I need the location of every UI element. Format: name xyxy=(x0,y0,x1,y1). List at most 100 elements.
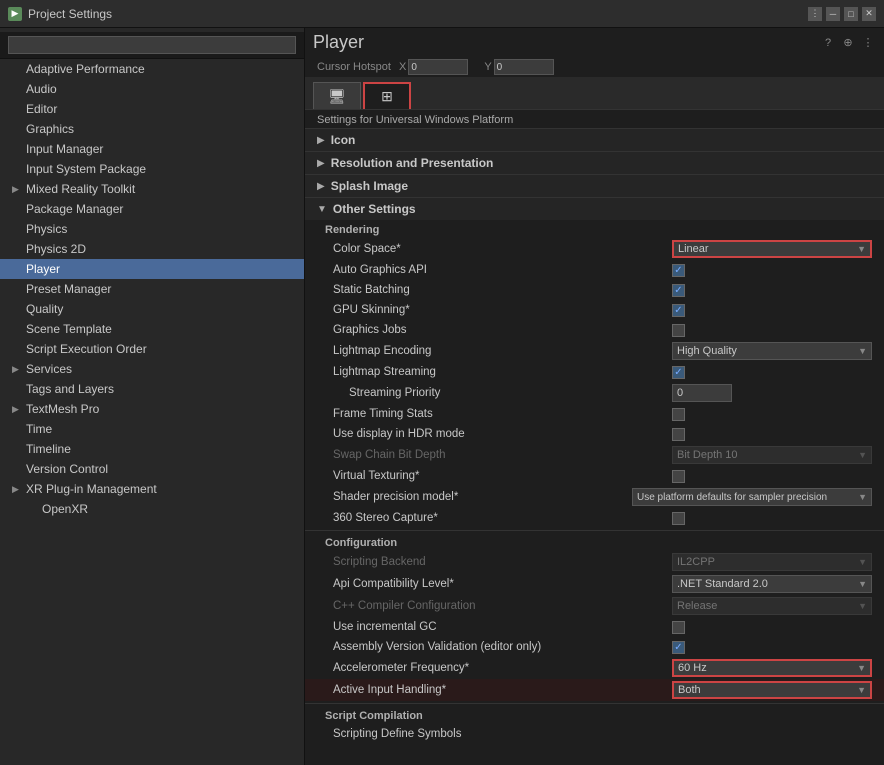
hdr-mode-value xyxy=(672,428,872,441)
setting-row-virtual-texturing: Virtual Texturing* xyxy=(305,466,884,486)
assembly-validation-checkbox[interactable] xyxy=(672,641,685,654)
content-area[interactable]: ▶ Icon ▶ Resolution and Presentation ▶ S… xyxy=(305,128,884,765)
frame-timing-checkbox[interactable] xyxy=(672,408,685,421)
sidebar-item-xr-plugin-management[interactable]: ▶ XR Plug-in Management xyxy=(0,479,304,499)
streaming-priority-value xyxy=(672,384,872,402)
lightmap-streaming-label: Lightmap Streaming xyxy=(325,366,672,378)
sidebar-item-tags-and-layers[interactable]: Tags and Layers xyxy=(0,379,304,399)
sidebar-item-quality[interactable]: Quality xyxy=(0,299,304,319)
shader-precision-dropdown[interactable]: Use platform defaults for sampler precis… xyxy=(632,488,872,506)
stereo-capture-checkbox[interactable] xyxy=(672,512,685,525)
section-splash-header[interactable]: ▶ Splash Image xyxy=(305,174,884,197)
divider-rendering-config xyxy=(305,530,884,531)
sidebar-item-editor[interactable]: Editor xyxy=(0,99,304,119)
sidebar-item-package-manager[interactable]: Package Manager xyxy=(0,199,304,219)
static-batching-checkbox[interactable] xyxy=(672,284,685,297)
setting-row-incremental-gc: Use incremental GC xyxy=(305,617,884,637)
sidebar-item-graphics[interactable]: Graphics xyxy=(0,119,304,139)
setting-row-api-compat: Api Compatibility Level* .NET Standard 2… xyxy=(305,573,884,595)
scripting-backend-dropdown[interactable]: IL2CPP ▼ xyxy=(672,553,872,571)
sidebar-item-time[interactable]: Time xyxy=(0,419,304,439)
sidebar-item-script-execution-order[interactable]: Script Execution Order xyxy=(0,339,304,359)
sidebar-item-player[interactable]: Player xyxy=(0,259,304,279)
accelerometer-selected: 60 Hz xyxy=(678,662,707,674)
sidebar-item-physics[interactable]: Physics xyxy=(0,219,304,239)
lightmap-streaming-checkbox[interactable] xyxy=(672,366,685,379)
sidebar-item-physics-2d[interactable]: Physics 2D xyxy=(0,239,304,259)
sidebar-item-services[interactable]: ▶ Services xyxy=(0,359,304,379)
sidebar-item-mixed-reality-toolkit[interactable]: ▶ Mixed Reality Toolkit xyxy=(0,179,304,199)
streaming-priority-input[interactable] xyxy=(672,384,732,402)
sidebar-item-timeline[interactable]: Timeline xyxy=(0,439,304,459)
shader-precision-selected: Use platform defaults for sampler precis… xyxy=(637,492,827,503)
title-bar-text: Project Settings xyxy=(28,7,112,21)
cursor-x-label: X xyxy=(399,61,406,73)
graphics-jobs-checkbox[interactable] xyxy=(672,324,685,337)
incremental-gc-checkbox[interactable] xyxy=(672,621,685,634)
api-compat-arrow: ▼ xyxy=(858,579,867,589)
sidebar-item-version-control[interactable]: Version Control xyxy=(0,459,304,479)
sidebar-item-adaptive-performance[interactable]: Adaptive Performance xyxy=(0,59,304,79)
accelerometer-dropdown[interactable]: 60 Hz ▼ xyxy=(672,659,872,677)
section-icon-header[interactable]: ▶ Icon xyxy=(305,128,884,151)
color-space-dropdown[interactable]: Linear ▼ xyxy=(672,240,872,258)
section-other-header[interactable]: ▼ Other Settings xyxy=(305,197,884,220)
graphics-jobs-value xyxy=(672,324,872,337)
auto-graphics-checkbox[interactable] xyxy=(672,264,685,277)
cursor-x-input[interactable] xyxy=(408,59,468,75)
hdr-mode-checkbox[interactable] xyxy=(672,428,685,441)
sidebar-item-preset-manager[interactable]: Preset Manager xyxy=(0,279,304,299)
accelerometer-value: 60 Hz ▼ xyxy=(672,659,872,677)
graphics-jobs-label: Graphics Jobs xyxy=(325,324,672,336)
stereo-capture-value xyxy=(672,512,872,525)
sidebar-item-openxr[interactable]: OpenXR xyxy=(0,499,304,519)
lightmap-encoding-label: Lightmap Encoding xyxy=(325,345,672,357)
other-section-title: Other Settings xyxy=(333,202,416,216)
lightmap-encoding-dropdown[interactable]: High Quality ▼ xyxy=(672,342,872,360)
other-section-arrow: ▼ xyxy=(317,204,327,215)
search-input[interactable] xyxy=(8,36,296,54)
section-resolution-header[interactable]: ▶ Resolution and Presentation xyxy=(305,151,884,174)
lightmap-encoding-arrow: ▼ xyxy=(858,346,867,356)
shader-precision-value: Use platform defaults for sampler precis… xyxy=(632,488,872,506)
active-input-value: Both ▼ xyxy=(672,681,872,699)
virtual-texturing-checkbox[interactable] xyxy=(672,470,685,483)
tab-windows[interactable]: ⊞ xyxy=(363,82,411,109)
cursor-y-input[interactable] xyxy=(494,59,554,75)
maximize-btn[interactable]: □ xyxy=(844,7,858,21)
gpu-skinning-checkbox[interactable] xyxy=(672,304,685,317)
sidebar-item-scene-template[interactable]: Scene Template xyxy=(0,319,304,339)
swap-chain-dropdown[interactable]: Bit Depth 10 ▼ xyxy=(672,446,872,464)
splash-section-title: Splash Image xyxy=(331,179,408,193)
scripting-backend-arrow: ▼ xyxy=(858,557,867,567)
help-icon[interactable]: ? xyxy=(820,35,836,51)
active-input-dropdown[interactable]: Both ▼ xyxy=(672,681,872,699)
tab-monitor[interactable]: 🖥 xyxy=(313,82,361,109)
menu-btn[interactable]: ⋮ xyxy=(808,7,822,21)
sidebar-item-input-system-package[interactable]: Input System Package xyxy=(0,159,304,179)
swap-chain-arrow: ▼ xyxy=(858,450,867,460)
sidebar: Adaptive Performance Audio Editor Graphi… xyxy=(0,28,305,765)
lock-icon[interactable]: ⊕ xyxy=(840,35,856,51)
configuration-label: Configuration xyxy=(305,533,884,551)
divider-config-script xyxy=(305,703,884,704)
close-btn[interactable]: ✕ xyxy=(862,7,876,21)
settings-icon[interactable]: ⋮ xyxy=(860,35,876,51)
shader-precision-label: Shader precision model* xyxy=(325,491,632,503)
cursor-hotspot-label: Cursor Hotspot xyxy=(317,61,391,73)
color-space-arrow: ▼ xyxy=(857,244,866,254)
cursor-y-label: Y xyxy=(484,61,491,73)
minimize-btn[interactable]: ─ xyxy=(826,7,840,21)
api-compat-dropdown[interactable]: .NET Standard 2.0 ▼ xyxy=(672,575,872,593)
sidebar-item-audio[interactable]: Audio xyxy=(0,79,304,99)
incremental-gc-label: Use incremental GC xyxy=(325,621,672,633)
windows-icon: ⊞ xyxy=(381,88,393,105)
shader-precision-arrow: ▼ xyxy=(858,492,867,502)
sidebar-item-textmesh-pro[interactable]: ▶ TextMesh Pro xyxy=(0,399,304,419)
cpp-compiler-dropdown[interactable]: Release ▼ xyxy=(672,597,872,615)
cpp-compiler-arrow: ▼ xyxy=(858,601,867,611)
color-space-selected: Linear xyxy=(678,243,709,255)
sidebar-item-input-manager[interactable]: Input Manager xyxy=(0,139,304,159)
incremental-gc-value xyxy=(672,621,872,634)
resolution-section-title: Resolution and Presentation xyxy=(331,156,494,170)
